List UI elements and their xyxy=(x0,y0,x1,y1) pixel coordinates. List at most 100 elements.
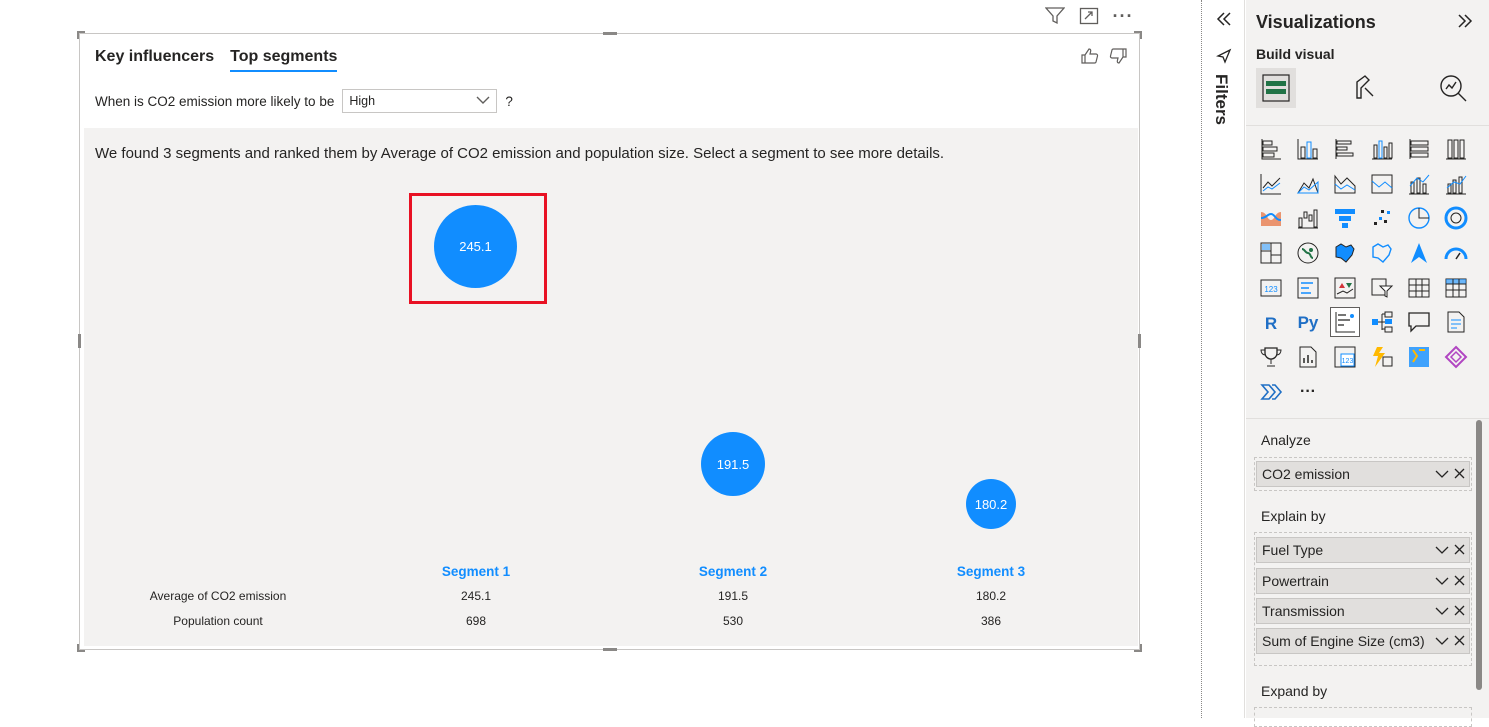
100-stacked-column-chart-icon[interactable] xyxy=(1441,134,1471,164)
expand-by-well[interactable] xyxy=(1254,707,1472,727)
goals-icon[interactable] xyxy=(1256,342,1286,372)
resize-handle[interactable] xyxy=(77,644,79,652)
analyze-label: Analyze xyxy=(1261,432,1311,448)
expand-double-chevron-right-icon[interactable] xyxy=(1456,12,1474,35)
shape-map-icon[interactable] xyxy=(1367,238,1397,268)
question-prefix: When is CO2 emission more likely to be xyxy=(95,93,335,109)
chevron-down-icon[interactable] xyxy=(1435,542,1449,558)
ribbon-chart-icon[interactable] xyxy=(1256,203,1286,233)
segments-summary: We found 3 segments and ranked them by A… xyxy=(95,145,945,162)
card-icon[interactable]: 123 xyxy=(1256,273,1286,303)
explain-field-fuel-type[interactable]: Fuel Type xyxy=(1256,537,1470,563)
map-icon[interactable] xyxy=(1293,238,1323,268)
resize-handle[interactable] xyxy=(1140,644,1142,652)
chevron-down-icon[interactable] xyxy=(1435,633,1449,649)
pane-divider xyxy=(1201,0,1202,718)
donut-chart-icon[interactable] xyxy=(1441,203,1471,233)
build-visual-button[interactable] xyxy=(1256,68,1296,108)
chevron-down-icon[interactable] xyxy=(1435,573,1449,589)
filters-label[interactable]: Filters xyxy=(1211,74,1231,125)
tab-top-segments[interactable]: Top segments xyxy=(230,48,338,72)
tab-key-influencers[interactable]: Key influencers xyxy=(95,48,214,72)
field-label: CO2 emission xyxy=(1262,466,1350,482)
field-label: Transmission xyxy=(1262,603,1345,619)
kpi-icon[interactable] xyxy=(1330,273,1360,303)
matrix-icon[interactable] xyxy=(1441,273,1471,303)
line-chart-icon[interactable] xyxy=(1256,169,1286,199)
pie-chart-icon[interactable] xyxy=(1404,203,1434,233)
funnel-chart-icon[interactable] xyxy=(1330,203,1360,233)
close-icon[interactable] xyxy=(1454,466,1465,482)
waterfall-chart-icon[interactable] xyxy=(1293,203,1323,233)
segment-1-count: 698 xyxy=(465,614,487,628)
thumbs-down-icon[interactable] xyxy=(1109,48,1127,69)
more-visuals-icon[interactable]: ··· xyxy=(1293,377,1323,407)
power-automate-icon[interactable] xyxy=(1367,342,1397,372)
azure-map-icon[interactable] xyxy=(1404,238,1434,268)
100-stacked-area-chart-icon[interactable] xyxy=(1367,169,1397,199)
power-automate-chevrons-icon[interactable] xyxy=(1256,377,1286,407)
collapse-double-chevron-left-icon[interactable] xyxy=(1215,10,1233,33)
segment-2-count: 530 xyxy=(722,614,744,628)
segment-3-label[interactable]: Segment 3 xyxy=(957,564,1025,579)
resize-handle[interactable] xyxy=(77,31,79,39)
segment-1-bubble[interactable]: 245.1 xyxy=(434,205,517,288)
thumbs-up-icon[interactable] xyxy=(1081,48,1099,69)
key-influencers-visual[interactable]: Key influencers Top segments When is CO2… xyxy=(77,31,1142,652)
stacked-bar-chart-icon[interactable] xyxy=(1256,134,1286,164)
explain-field-engine-size[interactable]: Sum of Engine Size (cm3) xyxy=(1256,628,1470,654)
close-icon[interactable] xyxy=(1454,633,1465,649)
segment-1-label[interactable]: Segment 1 xyxy=(442,564,510,579)
line-and-stacked-column-chart-icon[interactable] xyxy=(1404,169,1434,199)
explain-field-transmission[interactable]: Transmission xyxy=(1256,598,1470,624)
report-canvas: ··· Key influencers Top segments When is… xyxy=(0,0,1200,718)
pane-scrollbar[interactable] xyxy=(1476,420,1482,690)
focus-mode-icon[interactable] xyxy=(1078,6,1100,26)
close-icon[interactable] xyxy=(1454,603,1465,619)
slicer-icon[interactable] xyxy=(1367,273,1397,303)
explain-by-label: Explain by xyxy=(1261,508,1326,524)
power-apps-card-icon[interactable]: 123 xyxy=(1330,342,1360,372)
key-influencers-icon[interactable] xyxy=(1330,307,1360,338)
multi-row-card-icon[interactable] xyxy=(1293,273,1323,303)
filled-map-icon[interactable] xyxy=(1330,238,1360,268)
close-icon[interactable] xyxy=(1454,542,1465,558)
more-options-icon[interactable]: ··· xyxy=(1112,6,1134,26)
clustered-bar-chart-icon[interactable] xyxy=(1330,134,1360,164)
python-visual-icon[interactable]: Py xyxy=(1293,307,1323,337)
power-apps-diamond-icon[interactable] xyxy=(1441,342,1471,372)
treemap-icon[interactable] xyxy=(1256,238,1286,268)
decomposition-tree-icon[interactable] xyxy=(1367,307,1397,337)
line-and-clustered-column-chart-icon[interactable] xyxy=(1441,169,1471,199)
segment-2-bubble[interactable]: 191.5 xyxy=(701,432,765,496)
scatter-chart-icon[interactable] xyxy=(1367,203,1397,233)
paginated-report-icon[interactable] xyxy=(1293,342,1323,372)
stacked-column-chart-icon[interactable] xyxy=(1293,134,1323,164)
resize-handle[interactable] xyxy=(1140,31,1142,39)
qa-icon[interactable] xyxy=(1404,307,1434,337)
segment-3-bubble[interactable]: 180.2 xyxy=(966,479,1016,529)
format-visual-button[interactable] xyxy=(1345,68,1385,108)
analytics-button[interactable] xyxy=(1433,68,1473,108)
area-chart-icon[interactable] xyxy=(1293,169,1323,199)
chevron-down-icon[interactable] xyxy=(1435,466,1449,482)
chevron-down-icon[interactable] xyxy=(1435,603,1449,619)
smart-narrative-icon[interactable] xyxy=(1441,307,1471,337)
table-icon[interactable] xyxy=(1404,273,1434,303)
segment-2-label[interactable]: Segment 2 xyxy=(699,564,767,579)
resize-handle[interactable] xyxy=(1138,334,1141,348)
power-apps-icon[interactable] xyxy=(1404,342,1434,372)
analyze-field-co2-emission[interactable]: CO2 emission xyxy=(1256,461,1470,487)
clustered-column-chart-icon[interactable] xyxy=(1367,134,1397,164)
resize-handle[interactable] xyxy=(603,648,617,651)
close-icon[interactable] xyxy=(1454,573,1465,589)
explain-field-powertrain[interactable]: Powertrain xyxy=(1256,568,1470,594)
r-script-visual-icon[interactable]: R xyxy=(1256,307,1286,337)
likelihood-dropdown[interactable]: High xyxy=(342,89,498,113)
resize-handle[interactable] xyxy=(78,334,81,348)
gauge-icon[interactable] xyxy=(1441,238,1471,268)
100-stacked-bar-chart-icon[interactable] xyxy=(1404,134,1434,164)
stacked-area-chart-icon[interactable] xyxy=(1330,169,1360,199)
resize-handle[interactable] xyxy=(603,32,617,35)
filter-icon[interactable] xyxy=(1044,6,1066,26)
